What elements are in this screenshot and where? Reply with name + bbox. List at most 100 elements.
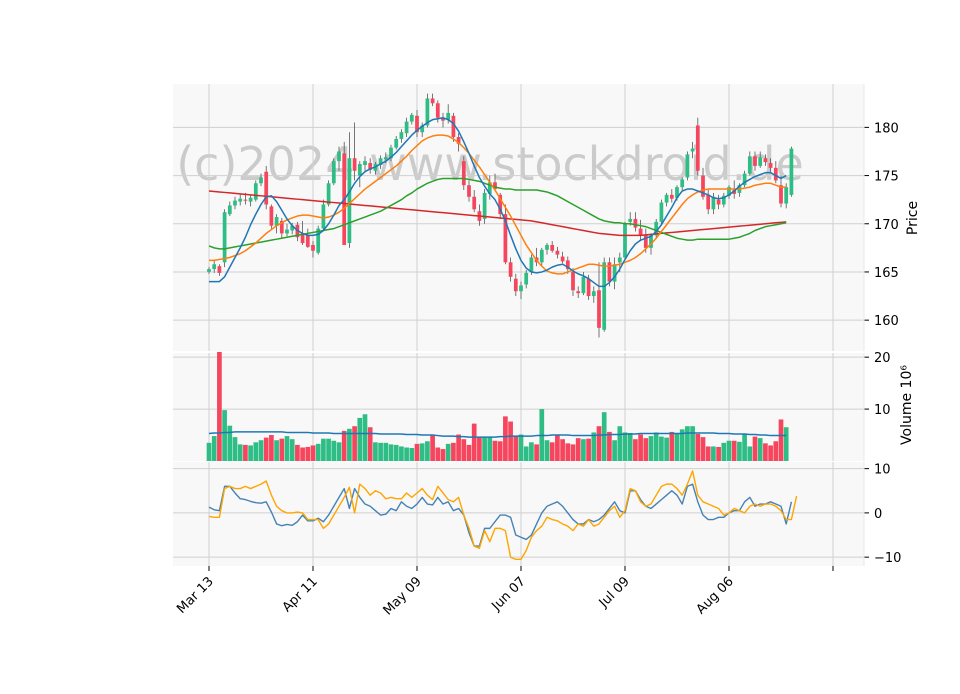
volume-bar <box>367 427 373 461</box>
candle-down <box>638 228 643 236</box>
candle-up <box>331 161 336 184</box>
stock-chart: (c)2024 www.stockdroid.de 160 165 170 175 18… <box>0 0 960 690</box>
volume-bar <box>518 434 524 461</box>
candle-up <box>591 291 596 297</box>
candle-down <box>467 185 471 197</box>
volume-bar <box>783 427 789 461</box>
volume-bar <box>425 441 430 461</box>
candle-down <box>352 158 357 171</box>
candle-down <box>430 98 435 104</box>
candle-up <box>248 197 253 202</box>
volume-bar <box>445 443 451 461</box>
volume-bar <box>477 437 482 461</box>
candle-up <box>664 194 669 203</box>
candle-down <box>779 185 783 204</box>
candle-up <box>623 223 627 258</box>
volume-bar <box>378 442 383 461</box>
volume-bar <box>414 443 420 461</box>
candle-up <box>581 276 586 294</box>
volume-bar <box>627 432 633 461</box>
oscillator-ytick-label: −10 <box>874 551 901 566</box>
volume-bar <box>773 441 779 461</box>
volume-bar <box>440 449 446 461</box>
volume-bar <box>243 444 248 461</box>
candle-down <box>695 125 700 171</box>
price-ytick-label: 175 <box>874 170 899 185</box>
volume-bar <box>352 426 357 461</box>
volume-bar <box>466 444 472 461</box>
volume-bar <box>289 439 295 461</box>
volume-bar <box>643 438 649 461</box>
volume-bar <box>482 437 487 461</box>
candle-down <box>513 278 518 292</box>
candle-down <box>586 278 591 297</box>
xtick-label: Jun 07 <box>489 574 529 614</box>
candle-up <box>238 198 243 202</box>
price-ytick-label: 160 <box>874 314 899 329</box>
candle-up <box>363 161 367 165</box>
candle-up <box>227 205 232 215</box>
volume-bar <box>726 440 732 461</box>
volume-bar <box>492 440 498 461</box>
candle-down <box>576 291 581 294</box>
volume-bar <box>768 445 773 461</box>
volume-bar <box>404 447 409 461</box>
volume-bar <box>747 446 753 461</box>
volume-bar <box>700 437 706 461</box>
candle-up <box>383 157 388 160</box>
volume-bar <box>581 439 586 461</box>
volume-bar <box>664 437 669 461</box>
xtick-label: Aug 06 <box>694 574 737 617</box>
volume-bar <box>456 434 461 461</box>
volume-bar <box>362 414 368 461</box>
candle-up <box>347 158 352 244</box>
volume-bar <box>305 446 311 461</box>
volume-bar <box>321 438 326 461</box>
volume-bar <box>711 446 716 461</box>
volume-bar <box>253 442 259 461</box>
volume-bar <box>331 440 337 461</box>
volume-bar <box>451 442 456 461</box>
volume-bar <box>326 438 331 461</box>
candle-up <box>337 151 341 162</box>
volume-bar <box>487 436 493 461</box>
oscillator-panel-background <box>173 462 864 566</box>
candle-up <box>524 272 529 285</box>
volume-bar <box>737 441 742 461</box>
xtick-label: Mar 13 <box>174 574 217 617</box>
volume-bar <box>612 440 617 461</box>
volume-bar <box>544 440 550 461</box>
candle-up <box>409 114 414 122</box>
volume-bar <box>596 426 602 461</box>
volume-bar <box>430 435 435 461</box>
volume-bar <box>461 439 467 461</box>
price-ytick-label: 165 <box>874 266 899 281</box>
candle-up <box>539 249 544 263</box>
volume-bar <box>435 447 441 461</box>
volume-bar <box>513 436 519 461</box>
xtick-label: Apr 11 <box>280 574 321 615</box>
candle-down <box>508 262 513 277</box>
volume-bar <box>269 435 274 461</box>
volume-bar <box>534 444 539 461</box>
volume-axis-label: Volume 10⁶ <box>899 365 915 445</box>
volume-bar <box>685 426 690 461</box>
volume-bar <box>763 443 768 461</box>
candle-up <box>789 148 794 195</box>
volume-bar <box>419 443 425 461</box>
volume-bar <box>217 351 222 461</box>
volume-bar <box>279 438 285 461</box>
chart-canvas: (c)2024 www.stockdroid.de 16016517017518… <box>173 84 921 618</box>
volume-bar <box>409 448 415 461</box>
volume-bar <box>674 434 680 461</box>
volume-bar <box>653 432 659 461</box>
candle-down <box>633 218 638 228</box>
volume-bar <box>258 440 264 461</box>
price-ytick-label: 180 <box>874 121 899 136</box>
volume-bar <box>565 443 571 461</box>
volume-bar <box>622 432 628 461</box>
volume-bar <box>617 426 623 461</box>
candle-up <box>529 257 534 272</box>
candle-up <box>259 177 263 184</box>
price-axis-label: Price <box>905 201 921 235</box>
